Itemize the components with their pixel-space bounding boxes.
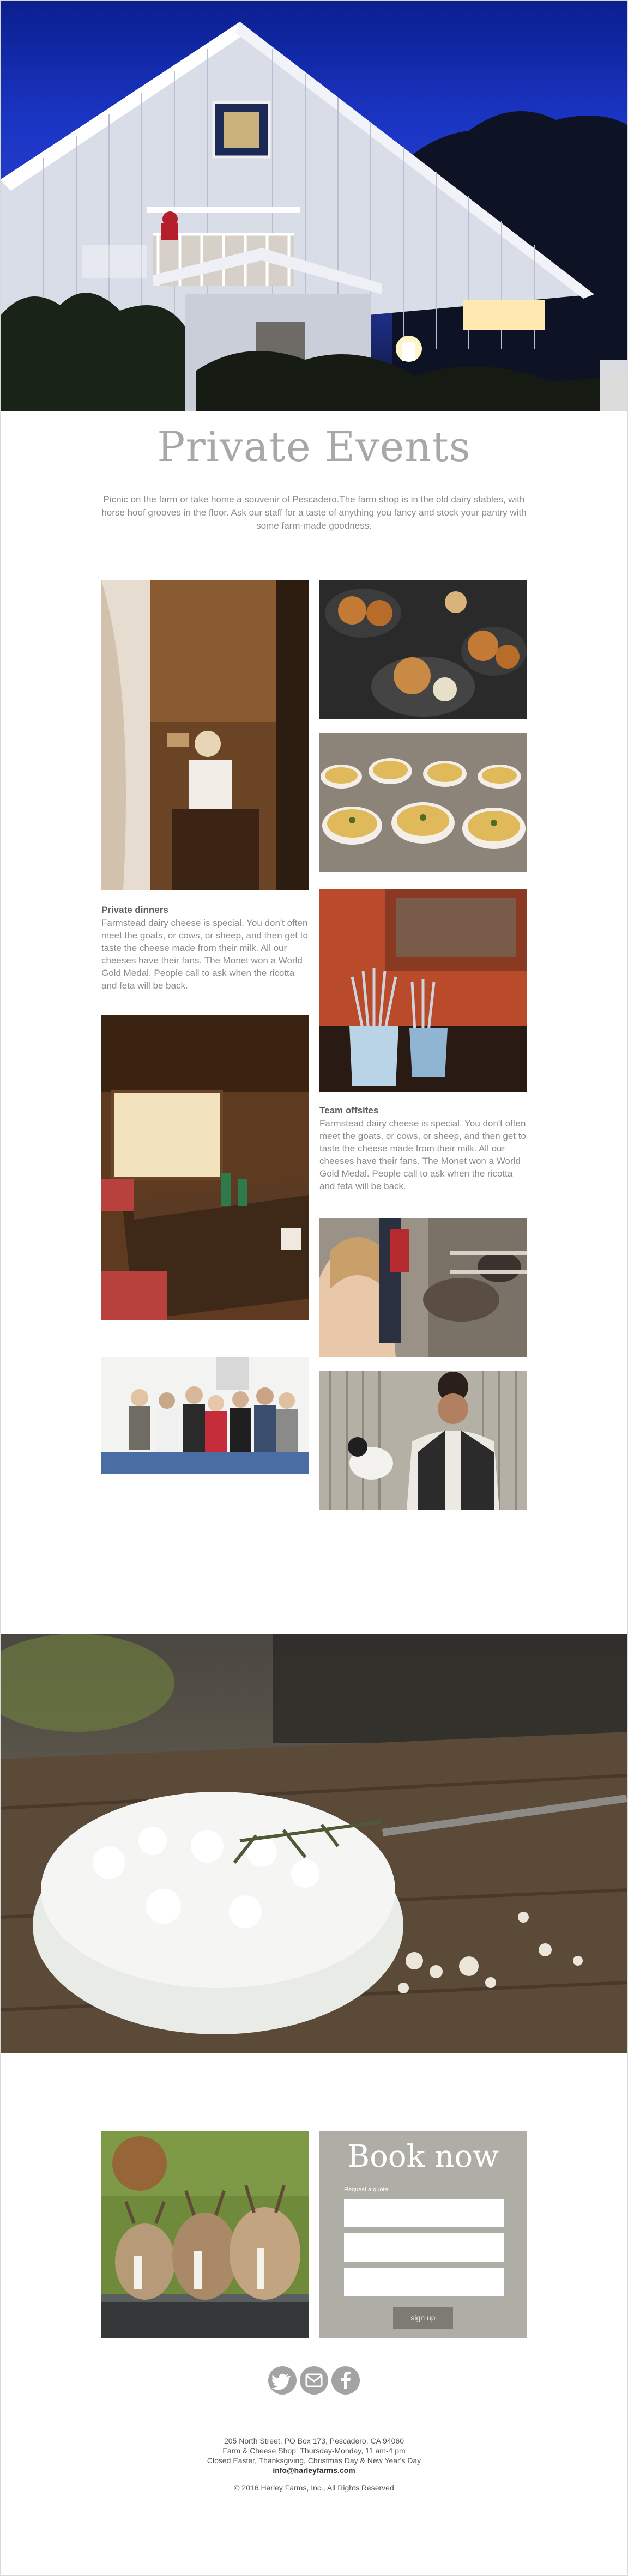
- hero-barn-photo: [0, 0, 628, 411]
- barn-dining-room-photo: [101, 1015, 309, 1320]
- booking-label: Request a quote:: [344, 2186, 390, 2193]
- sign-up-button[interactable]: sign up: [393, 2307, 453, 2329]
- cheese-banner-photo: [0, 1634, 628, 2053]
- footer-hours: Farm & Cheese Shop: Thursday-Monday, 11 …: [222, 2446, 406, 2455]
- card-title-private-dinners: Private dinners: [101, 905, 168, 915]
- cutlery-pitchers-photo: [319, 889, 527, 1092]
- footer-closures: Closed Easter, Thanksgiving, Christmas D…: [207, 2456, 421, 2465]
- dinner-barn-photo: [101, 580, 309, 890]
- phone-field[interactable]: [344, 2268, 504, 2296]
- card-text-team-offsites: Farmstead dairy cheese is special. You d…: [319, 1118, 526, 1191]
- group-photo: [101, 1335, 309, 1474]
- twitter-icon[interactable]: [268, 2366, 297, 2395]
- email-field[interactable]: [344, 2233, 504, 2262]
- card-text-private-dinners: Farmstead dairy cheese is special. You d…: [101, 918, 308, 991]
- footer-copyright: © 2016 Harley Farms, Inc., All Rights Re…: [234, 2483, 394, 2492]
- intro-text: Picnic on the farm or take home a souven…: [101, 494, 527, 531]
- soup-cups-photo: [319, 733, 527, 872]
- footer-email-link[interactable]: info@harleyfarms.com: [0, 2465, 628, 2475]
- woman-holding-goat-photo: [319, 1371, 527, 1510]
- page-title: Private Events: [157, 422, 471, 471]
- card-title-team-offsites: Team offsites: [319, 1105, 379, 1116]
- food-plates-photo: [319, 580, 527, 719]
- booking-panel: Book now Request a quote: sign up: [319, 2131, 527, 2338]
- booking-title: Book now: [347, 2139, 499, 2174]
- mail-icon[interactable]: [300, 2366, 328, 2395]
- facebook-icon[interactable]: [331, 2366, 360, 2395]
- woman-with-goats-photo: [319, 1218, 527, 1357]
- name-field[interactable]: [344, 2199, 504, 2227]
- footer-address: 205 North Street, PO Box 173, Pescadero,…: [224, 2436, 404, 2445]
- goats-photo: [101, 2131, 309, 2338]
